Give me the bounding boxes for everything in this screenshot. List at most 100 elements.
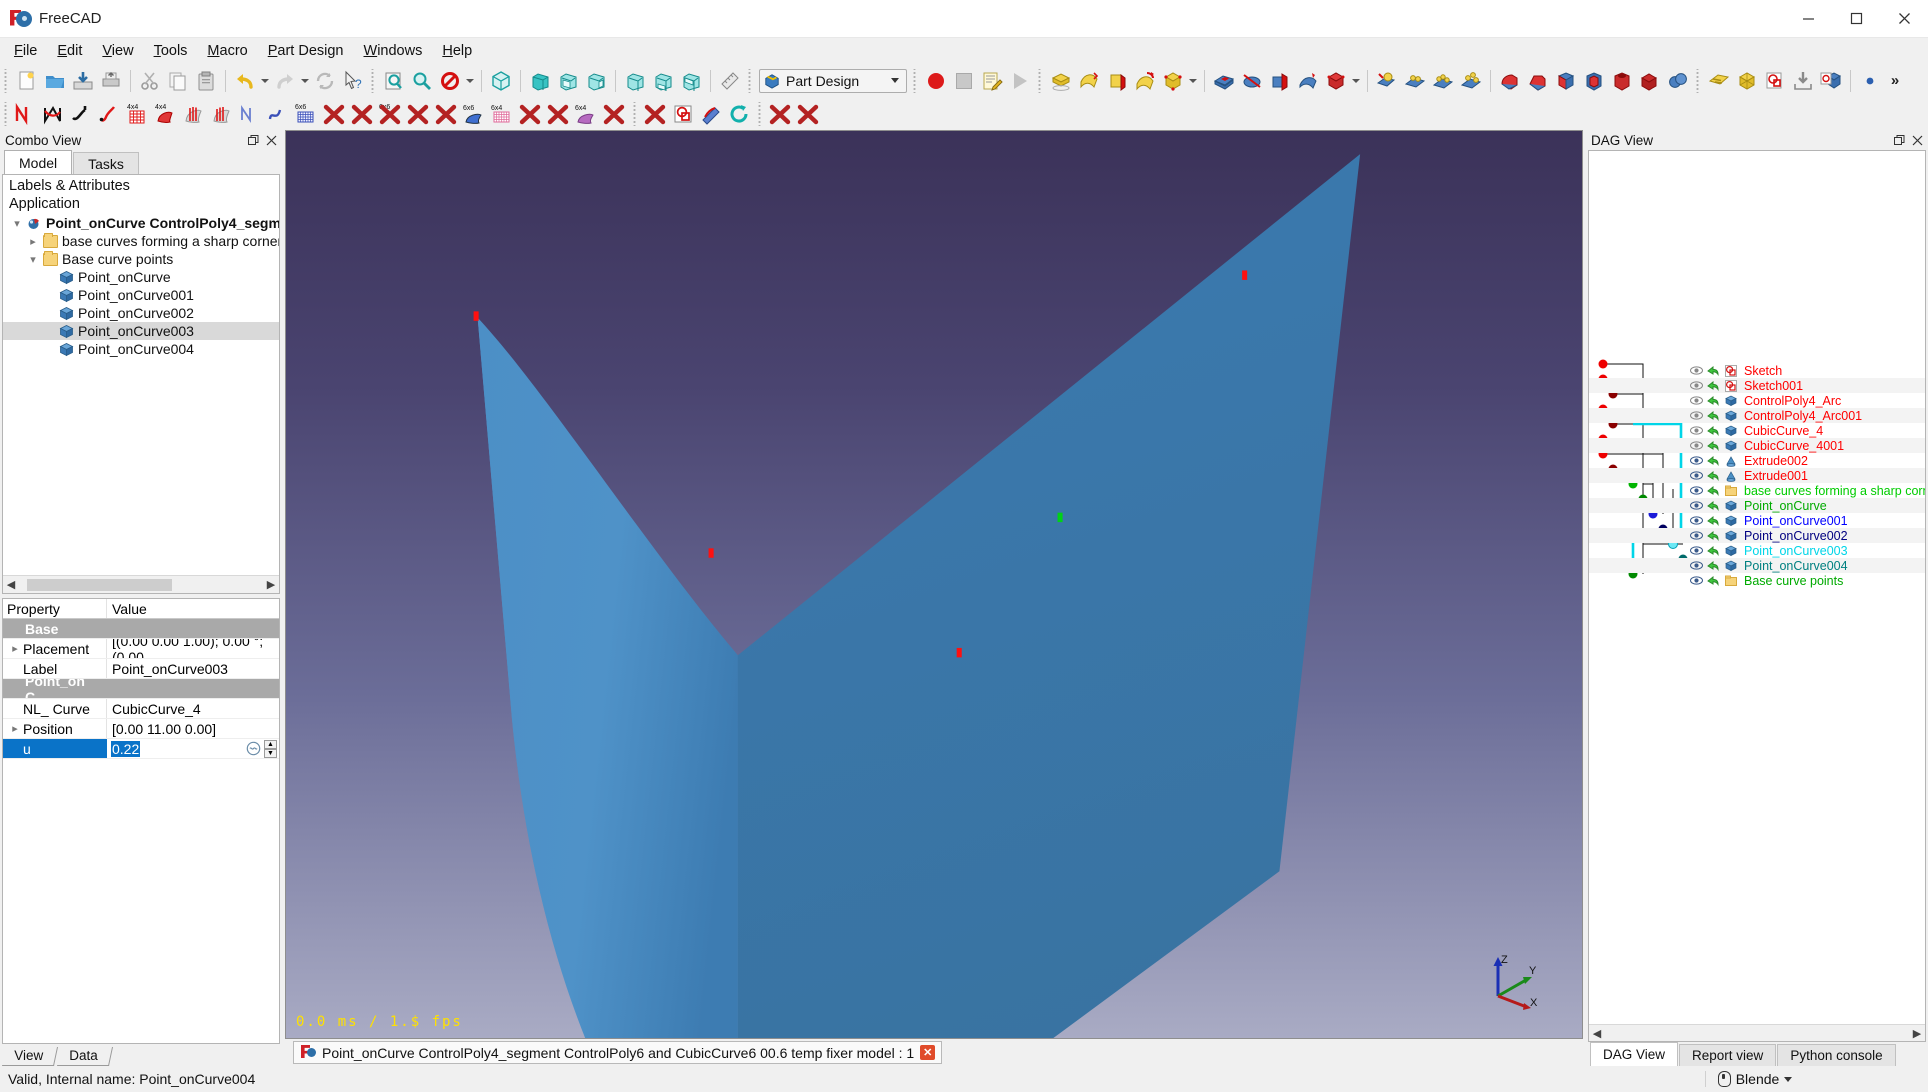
shape-binder-icon[interactable]	[1636, 67, 1664, 95]
fillet-icon[interactable]	[1496, 67, 1524, 95]
grid-6x4-icon[interactable]: 6x4	[489, 100, 517, 128]
touched-green-icon[interactable]	[1706, 409, 1721, 422]
subtractive-primitive-icon[interactable]	[1322, 67, 1350, 95]
touched-green-icon[interactable]	[1706, 439, 1721, 452]
menu-help[interactable]: Help	[432, 40, 482, 62]
visibility-eye-icon[interactable]	[1689, 379, 1704, 392]
copy-icon[interactable]	[164, 67, 192, 95]
polyline-red-icon[interactable]	[13, 100, 41, 128]
toolbar-overflow-icon[interactable]: »	[1884, 67, 1906, 95]
save-icon[interactable]	[69, 67, 97, 95]
measure-blue-icon[interactable]	[698, 100, 726, 128]
refresh-icon[interactable]	[311, 67, 339, 95]
touched-green-icon[interactable]	[1706, 484, 1721, 497]
dag-row-point-oncurve003[interactable]: Point_onCurve003	[1589, 543, 1925, 558]
disabled-tool-4-icon[interactable]	[405, 100, 433, 128]
dag-row-point-oncurve001[interactable]: Point_onCurve001	[1589, 513, 1925, 528]
grid-4x4-icon[interactable]: 4x4	[125, 100, 153, 128]
blue-curve-icon[interactable]	[265, 100, 293, 128]
whats-this-icon[interactable]: ?	[339, 67, 367, 95]
top-view-icon[interactable]	[554, 67, 582, 95]
import-icon[interactable]	[1789, 67, 1817, 95]
dag-row-point-oncurve004[interactable]: Point_onCurve004	[1589, 558, 1925, 573]
macro-stop-icon[interactable]	[950, 67, 978, 95]
tab-tasks[interactable]: Tasks	[73, 152, 139, 174]
dag-row-extrude001[interactable]: Extrude001	[1589, 468, 1925, 483]
new-document-icon[interactable]	[13, 67, 41, 95]
bottom-view-icon[interactable]	[649, 67, 677, 95]
scroll-left-icon[interactable]: ◀	[1589, 1027, 1605, 1040]
toolbar-grip[interactable]	[746, 69, 755, 93]
print-icon[interactable]	[97, 67, 125, 95]
visibility-eye-icon[interactable]	[1689, 514, 1704, 527]
close-button[interactable]	[1880, 0, 1928, 38]
u-value-editor[interactable]: 0.22 ▲ ▼	[111, 739, 279, 758]
navigation-style-selector[interactable]: Blende	[1705, 1071, 1807, 1087]
dag-row-cubiccurve-4001[interactable]: CubicCurve_4001	[1589, 438, 1925, 453]
measure-icon[interactable]	[716, 67, 744, 95]
macro-record-icon[interactable]	[922, 67, 950, 95]
toolbar-grip[interactable]	[911, 69, 920, 93]
visibility-eye-icon[interactable]	[1689, 529, 1704, 542]
menu-edit[interactable]: Edit	[47, 40, 92, 62]
right-view-icon[interactable]	[582, 67, 610, 95]
dag-row-base-curves-sharp-corner[interactable]: base curves forming a sharp corner	[1589, 483, 1925, 498]
tab-view[interactable]: View	[2, 1047, 58, 1066]
stepper-up-icon[interactable]: ▲	[264, 740, 277, 749]
toolbar-grip[interactable]	[2, 102, 11, 126]
blue-surface-6x6-icon[interactable]: 6x6	[461, 100, 489, 128]
visibility-eye-icon[interactable]	[1689, 469, 1704, 482]
draft-icon[interactable]	[1552, 67, 1580, 95]
tree-item-point-oncurve004[interactable]: Point_onCurve004	[3, 340, 279, 358]
property-value[interactable]: [(0.00 0.00 1.00); 0.00 °; (0.00 ...	[107, 639, 279, 658]
u-value-stepper[interactable]: ▲ ▼	[264, 740, 277, 758]
menu-macro[interactable]: Macro	[197, 40, 257, 62]
boolean-icon[interactable]	[1373, 67, 1401, 95]
redo-icon[interactable]	[271, 67, 299, 95]
dag-row-point-oncurve002[interactable]: Point_onCurve002	[1589, 528, 1925, 543]
3d-model[interactable]	[286, 131, 1582, 1038]
tab-dag-view[interactable]: DAG View	[1590, 1042, 1678, 1066]
blue-polyline-icon[interactable]	[237, 100, 265, 128]
dag-row-point-oncurve[interactable]: Point_onCurve	[1589, 498, 1925, 513]
visibility-eye-icon[interactable]	[1689, 559, 1704, 572]
toolbar-grip[interactable]	[1036, 69, 1045, 93]
property-row-position[interactable]: ▸ Position [0.00 11.00 0.00]	[3, 719, 279, 739]
dag-horizontal-scrollbar[interactable]: ◀ ▶	[1589, 1024, 1925, 1041]
pocket-icon[interactable]	[1103, 67, 1131, 95]
chevron-down-icon[interactable]: ▾	[9, 217, 25, 230]
property-row-u[interactable]: u 0.22 ▲ ▼	[3, 739, 279, 759]
stepper-down-icon[interactable]: ▼	[264, 749, 277, 758]
tree-item-base-curves-group[interactable]: ▸ base curves forming a sharp corner	[3, 232, 279, 250]
disabled-tool-1-icon[interactable]	[321, 100, 349, 128]
toolbar-grip[interactable]	[2, 69, 11, 93]
visibility-eye-icon[interactable]	[1689, 484, 1704, 497]
expression-editor-icon[interactable]	[244, 741, 262, 757]
visibility-eye-icon[interactable]	[1689, 499, 1704, 512]
disabled-tool-11-icon[interactable]	[795, 100, 823, 128]
visibility-eye-icon[interactable]	[1689, 424, 1704, 437]
chevron-right-icon[interactable]: ▸	[7, 642, 23, 655]
menu-tools[interactable]: Tools	[144, 40, 198, 62]
scroll-left-icon[interactable]: ◀	[3, 578, 19, 591]
touched-green-icon[interactable]	[1706, 424, 1721, 437]
toolbar-grip[interactable]	[369, 69, 378, 93]
additive-dropdown-icon[interactable]	[1187, 67, 1199, 95]
dag-row-controlpoly4-arc[interactable]: ControlPoly4_Arc	[1589, 393, 1925, 408]
macro-execute-icon[interactable]	[1006, 67, 1034, 95]
fit-selection-icon[interactable]	[408, 67, 436, 95]
tree-item-point-oncurve002[interactable]: Point_onCurve002	[3, 304, 279, 322]
toolbar-grip[interactable]	[631, 102, 640, 126]
dag-row-base-curve-points[interactable]: Base curve points	[1589, 573, 1925, 588]
disabled-tool-9-icon[interactable]	[642, 100, 670, 128]
subtractive-loft-icon[interactable]	[1294, 67, 1322, 95]
visibility-eye-icon[interactable]	[1689, 394, 1704, 407]
create-body-icon[interactable]	[1047, 67, 1075, 95]
scroll-thumb[interactable]	[27, 579, 172, 591]
chevron-down-icon[interactable]: ▾	[25, 253, 41, 266]
touched-green-icon[interactable]	[1706, 514, 1721, 527]
visibility-eye-icon[interactable]	[1689, 439, 1704, 452]
workbench-selector[interactable]: Part Design	[759, 69, 907, 93]
tag-icon[interactable]	[1705, 67, 1733, 95]
rear-view-icon[interactable]	[621, 67, 649, 95]
